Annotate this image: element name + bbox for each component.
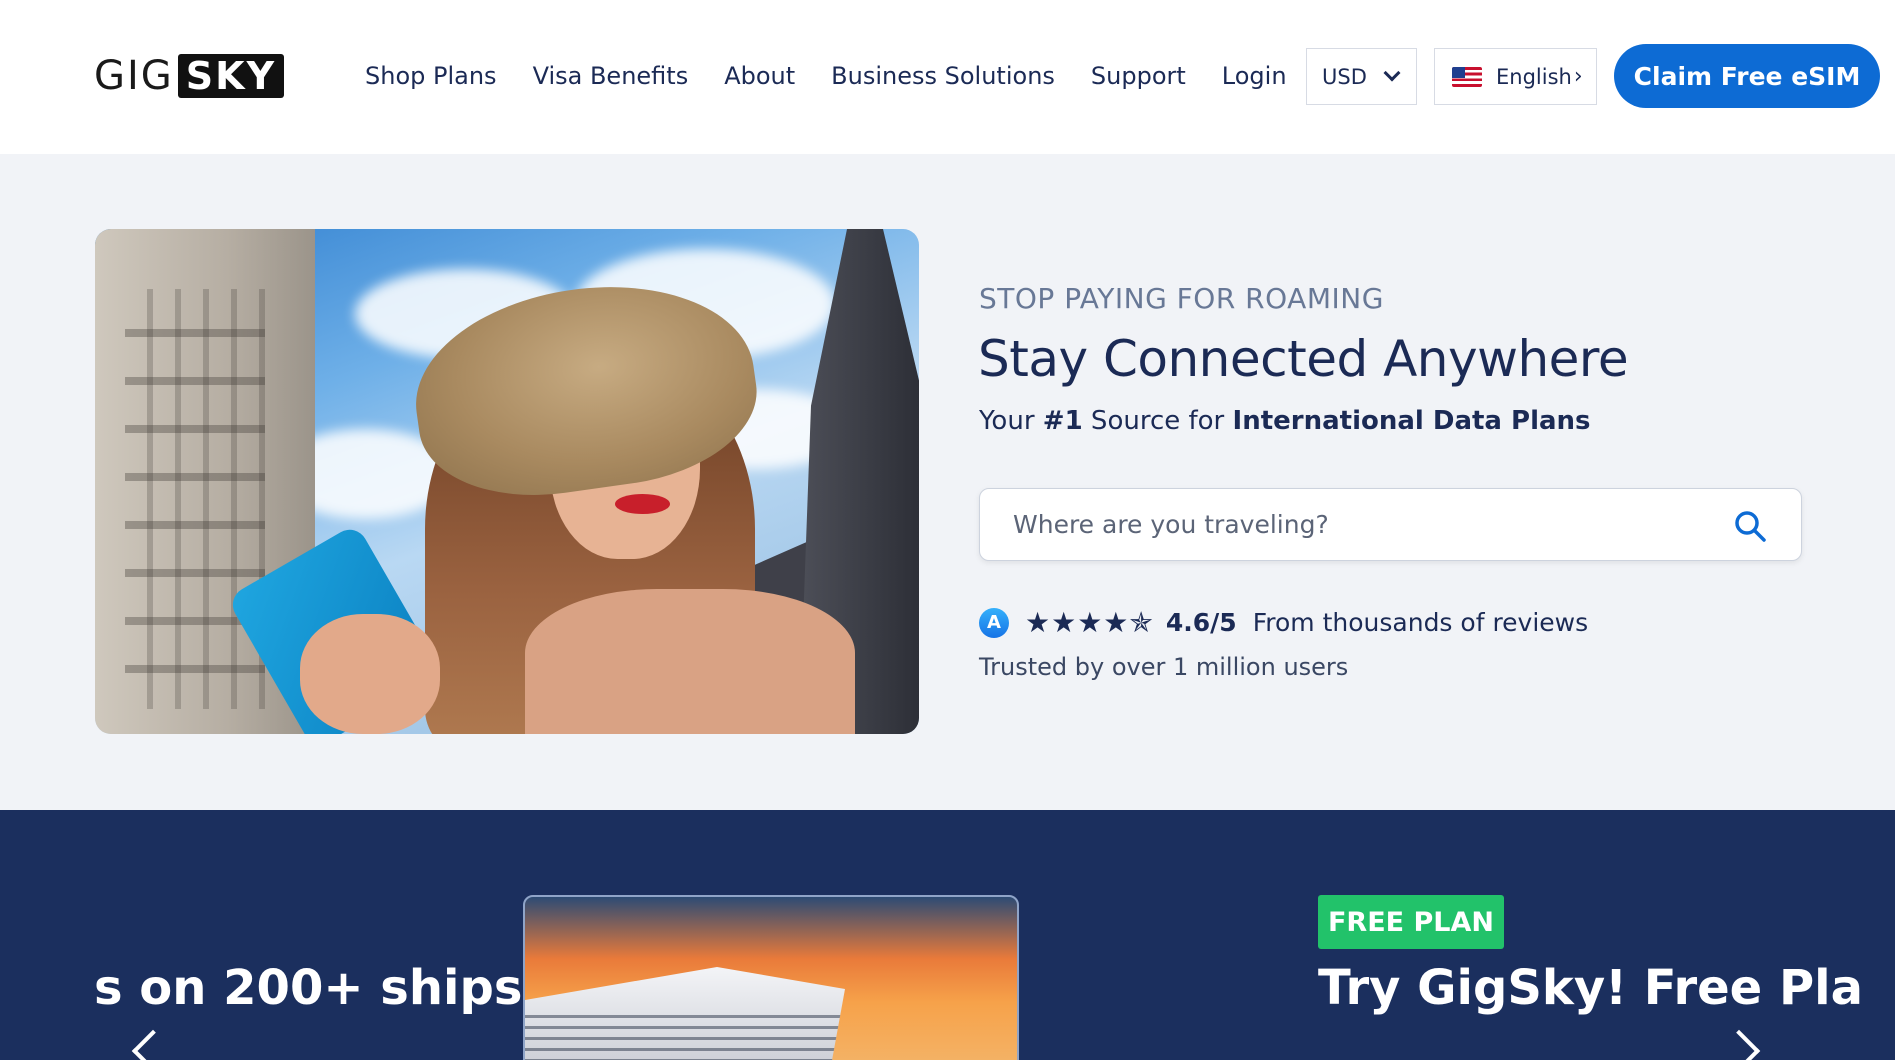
free-plan-badge: FREE PLAN — [1318, 895, 1504, 949]
search-icon[interactable] — [1733, 509, 1767, 543]
cruise-ship-image — [523, 895, 1019, 1060]
rating-reviews-text: From thousands of reviews — [1252, 608, 1589, 637]
language-value: English — [1496, 64, 1572, 89]
chevron-right-icon: › — [1573, 64, 1583, 89]
currency-select[interactable]: USD — [1306, 48, 1417, 105]
subtitle-rank: #1 — [1042, 406, 1083, 436]
carousel-next-icon[interactable] — [1717, 1029, 1761, 1060]
nav-support[interactable]: Support — [1091, 62, 1186, 90]
app-store-icon: A — [979, 607, 1009, 638]
main-nav: Shop Plans Visa Benefits About Business … — [365, 56, 1305, 96]
promo-slide-left-heading: s on 200+ ships — [94, 960, 523, 1016]
rating-row: A ★★★★✯ 4.6/5 From thousands of reviews — [979, 606, 1588, 639]
nav-business-solutions[interactable]: Business Solutions — [831, 62, 1055, 90]
hero-title: Stay Connected Anywhere — [978, 330, 1629, 388]
subtitle-mid: Source for — [1082, 406, 1233, 436]
hero-section — [0, 154, 1895, 810]
nav-visa-benefits[interactable]: Visa Benefits — [533, 62, 689, 90]
promo-carousel: s on 200+ ships FREE PLAN Try GigSky! Fr… — [0, 810, 1895, 1060]
trusted-users-text: Trusted by over 1 million users — [979, 653, 1349, 681]
carousel-prev-icon[interactable] — [131, 1029, 175, 1060]
chevron-down-icon — [1383, 64, 1401, 82]
promo-slide-right-heading: Try GigSky! Free Pla — [1318, 960, 1863, 1016]
destination-search — [979, 488, 1802, 561]
hero-image-woman-with-phone — [95, 229, 919, 734]
destination-search-input[interactable] — [1013, 510, 1713, 539]
rating-stars: ★★★★✯ — [1025, 606, 1154, 639]
nav-about[interactable]: About — [724, 62, 795, 90]
nav-shop-plans[interactable]: Shop Plans — [365, 62, 497, 90]
language-select[interactable]: English › — [1434, 48, 1597, 105]
currency-value: USD — [1322, 64, 1367, 89]
us-flag-icon — [1452, 66, 1482, 87]
logo-text-gig: GIG — [94, 53, 174, 99]
subtitle-strong: International Data Plans — [1232, 406, 1591, 436]
hero-subtitle: Your #1 Source for International Data Pl… — [979, 406, 1591, 436]
nav-login[interactable]: Login — [1222, 62, 1287, 90]
claim-free-esim-button[interactable]: Claim Free eSIM — [1614, 44, 1880, 108]
rating-score: 4.6/5 — [1165, 608, 1237, 637]
hero-eyebrow: STOP PAYING FOR ROAMING — [979, 282, 1384, 315]
gigsky-logo[interactable]: GIG SKY — [94, 54, 329, 98]
site-header: GIG SKY Shop Plans Visa Benefits About B… — [0, 0, 1895, 154]
subtitle-prefix: Your — [979, 406, 1043, 436]
logo-text-sky: SKY — [177, 54, 285, 98]
